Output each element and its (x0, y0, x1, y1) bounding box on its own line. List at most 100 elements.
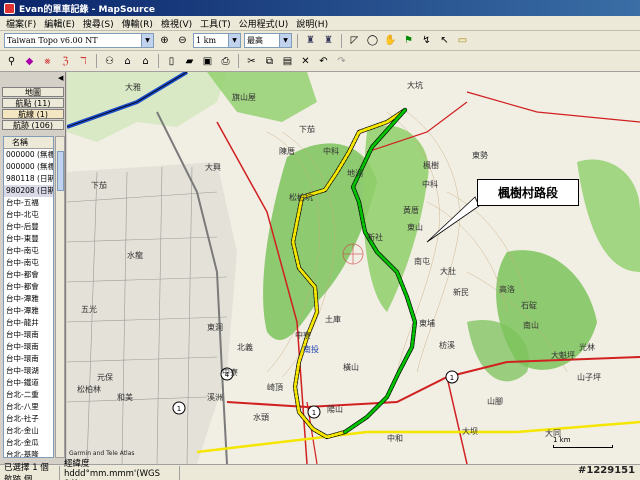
map-label: 五光 (81, 305, 97, 314)
track-list-item[interactable]: 台中-鐵道 (4, 377, 53, 389)
detail-select[interactable]: 最高 ▼ (244, 33, 292, 48)
dropdown-arrow-icon[interactable]: ▼ (228, 34, 240, 47)
track-list-item[interactable]: 台北-金山 (4, 425, 53, 437)
track-list-item[interactable]: 台北-八里 (4, 401, 53, 413)
track-list-item[interactable]: 台中-潭雅 (4, 293, 53, 305)
track-list-item[interactable]: 台中-東豐 (4, 233, 53, 245)
collapse-arrow-icon[interactable]: ◀ (58, 74, 63, 82)
track-list-item[interactable]: 台中-都會 (4, 269, 53, 281)
track-list-item[interactable]: 台中-五福 (4, 197, 53, 209)
app-icon (4, 2, 15, 14)
menu-file[interactable]: 檔案(F) (2, 17, 40, 30)
track-list-item[interactable]: 台中-都會 (4, 281, 53, 293)
cut-icon[interactable]: ✂ (244, 54, 259, 69)
zoom-out-icon[interactable]: ⊖ (175, 33, 190, 48)
map-label: 陽山 (327, 405, 343, 414)
measure-tool-icon[interactable]: ▭ (455, 33, 470, 48)
topo-map[interactable]: 41 11 (67, 72, 640, 464)
tab-maps[interactable]: 地圖 (2, 87, 64, 97)
find-near-icon[interactable]: ⌂ (138, 54, 153, 69)
binoculars-icon[interactable]: ⚇ (102, 54, 117, 69)
waypoint-tool-icon[interactable]: ⚑ (401, 33, 416, 48)
scrollbar-thumb[interactable] (57, 151, 64, 191)
track-list-item[interactable]: 980118 (日期 (4, 173, 53, 185)
erase-icon[interactable]: ◆ (22, 54, 37, 69)
map-label: 枋溪 (439, 341, 455, 350)
menu-view[interactable]: 檢視(V) (157, 17, 196, 30)
transfer-to-device-icon[interactable]: ♜ (303, 33, 318, 48)
new-file-icon[interactable]: ▯ (164, 54, 179, 69)
print-icon[interactable]: ⎙ (218, 54, 233, 69)
track-list-item[interactable]: 台中-北屯 (4, 209, 53, 221)
track-list-item[interactable]: 980208 (日期 (4, 185, 53, 197)
map-label: 水龍 (127, 251, 143, 260)
track-list-item[interactable]: 000000 (無標 (4, 161, 53, 173)
open-file-icon[interactable]: ▰ (182, 54, 197, 69)
track-list-item[interactable]: 台中-南屯 (4, 257, 53, 269)
track-tool-icon[interactable]: ⨳ (40, 54, 55, 69)
route-tool-icon[interactable]: ↯ (419, 33, 434, 48)
track-list-item[interactable]: 台中-后豐 (4, 221, 53, 233)
tab-waypoints[interactable]: 航點 (11) (2, 98, 64, 108)
scale-select[interactable]: 1 km ▼ (193, 33, 241, 48)
menu-utilities[interactable]: 公用程式(U) (235, 17, 293, 30)
map-label: 松柏坑 (289, 193, 313, 202)
menu-tools[interactable]: 工具(T) (196, 17, 235, 30)
track-list-item[interactable]: 台中-南屯 (4, 245, 53, 257)
toolbar-separator (341, 33, 342, 48)
map-label: 東勢 (472, 151, 488, 160)
track-list-item[interactable]: 台北-金瓜 (4, 437, 53, 449)
track-list-item[interactable]: 台北-二重 (4, 389, 53, 401)
save-icon[interactable]: ▣ (200, 54, 215, 69)
select-tool-icon[interactable]: ↖ (437, 33, 452, 48)
list-header-name[interactable]: 名稱 (4, 137, 53, 149)
find-icon[interactable]: ⚲ (4, 54, 19, 69)
scale-select-value: 1 km (196, 36, 217, 45)
track-list-item[interactable]: 台北-社子 (4, 413, 53, 425)
status-coord-format: 經緯度 hddd°mm.mmm'(WGS 84) (60, 459, 180, 480)
map-label: 新民 (453, 288, 469, 297)
track-list-item[interactable]: 台中-龍井 (4, 317, 53, 329)
track-list-item[interactable]: 台中-潭雅 (4, 305, 53, 317)
delete-icon[interactable]: ✕ (298, 54, 313, 69)
map-label: 橫山 (343, 363, 359, 372)
map-label: 南屯 (414, 257, 430, 266)
detail-select-value: 最高 (247, 36, 263, 45)
map-label: 楓樹 (423, 161, 439, 170)
copy-icon[interactable]: ⧉ (262, 54, 277, 69)
list-scrollbar[interactable] (55, 136, 65, 458)
undo-icon[interactable]: ↶ (316, 54, 331, 69)
menu-help[interactable]: 說明(H) (292, 17, 332, 30)
menu-bar: 檔案(F) 編輯(E) 搜尋(S) 傳輸(R) 檢視(V) 工具(T) 公用程式… (0, 16, 640, 31)
find-place-icon[interactable]: ⌂ (120, 54, 135, 69)
menu-transfer[interactable]: 傳輸(R) (118, 17, 157, 30)
dropdown-arrow-icon[interactable]: ▼ (141, 34, 153, 47)
route-draw-icon[interactable]: ℨ (58, 54, 73, 69)
track-list-item[interactable]: 台中-環南 (4, 329, 53, 341)
track-list-item[interactable]: 台北-基隆 (4, 449, 53, 457)
map-label: 東埔 (419, 319, 435, 328)
product-select[interactable]: Taiwan Topo v6.00 NT ▼ (4, 33, 154, 48)
tab-routes[interactable]: 航線 (1) (2, 109, 64, 119)
track-list-item[interactable]: 台中-環南 (4, 341, 53, 353)
track-list-item[interactable]: 台中-環南 (4, 353, 53, 365)
lasso-tool-icon[interactable]: ◯ (365, 33, 380, 48)
menu-edit[interactable]: 編輯(E) (40, 17, 79, 30)
menu-search[interactable]: 搜尋(S) (79, 17, 118, 30)
scale-bar (553, 445, 613, 448)
redo-icon[interactable]: ↷ (334, 54, 349, 69)
transfer-from-device-icon[interactable]: ♜ (321, 33, 336, 48)
track-list-item[interactable]: 台中-環湖 (4, 365, 53, 377)
map-view[interactable]: 4111 大雅 旗山屋 陳厝 中科 大坑 下茄 東勢 中科 地湖 黃厝 下茄 南… (67, 72, 640, 464)
zoom-in-icon[interactable]: ⊕ (157, 33, 172, 48)
track-list-item[interactable]: 000000 (無標 (4, 149, 53, 161)
map-tool-icon[interactable]: ◸ (347, 33, 362, 48)
map-label: 旗山屋 (232, 93, 256, 102)
dropdown-arrow-icon[interactable]: ▼ (279, 34, 291, 47)
tab-tracks[interactable]: 航跡 (106) (2, 120, 64, 130)
toolbar-bottom: ⚲ ◆ ⨳ ℨ ℸ ⚇ ⌂ ⌂ ▯ ▰ ▣ ⎙ ✂ ⧉ ▤ ✕ ↶ ↷ (0, 51, 640, 72)
map-label: 新社 (367, 233, 383, 242)
track-filter-icon[interactable]: ℸ (76, 54, 91, 69)
paste-icon[interactable]: ▤ (280, 54, 295, 69)
hand-tool-icon[interactable]: ✋ (383, 33, 398, 48)
